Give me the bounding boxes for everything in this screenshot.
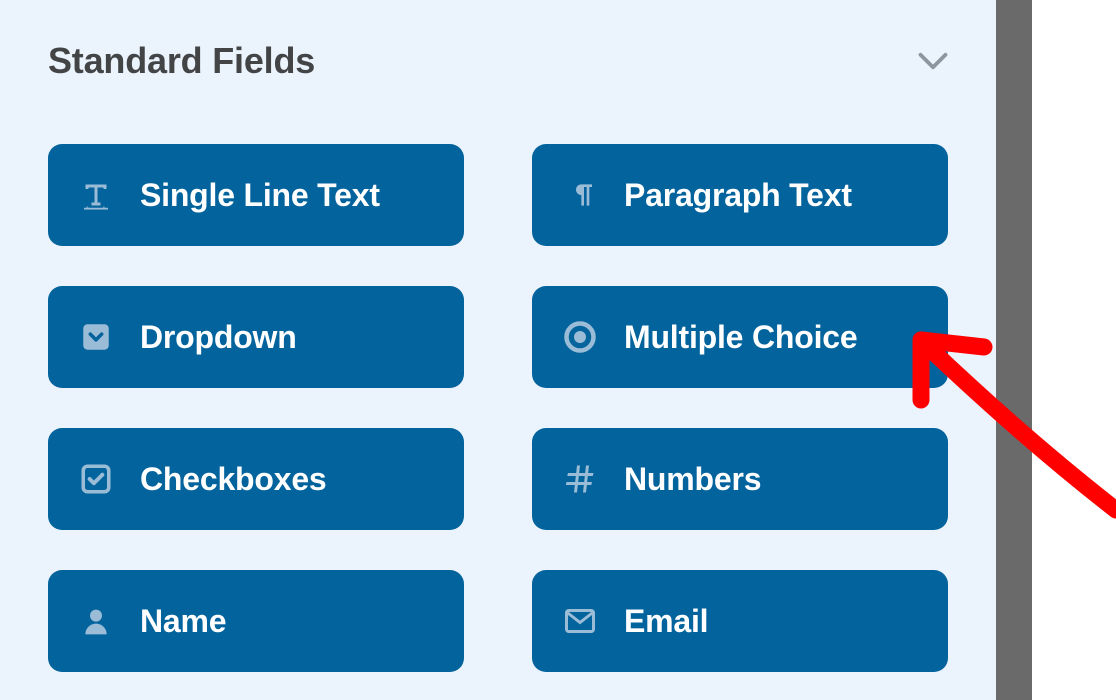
envelope-icon (560, 601, 600, 641)
standard-fields-panel: Standard Fields Single Line Text Paragr (0, 0, 996, 700)
field-label: Single Line Text (140, 177, 380, 214)
multiple-choice-button[interactable]: Multiple Choice (532, 286, 948, 388)
name-button[interactable]: Name (48, 570, 464, 672)
hash-icon (560, 459, 600, 499)
numbers-button[interactable]: Numbers (532, 428, 948, 530)
section-title: Standard Fields (48, 40, 315, 82)
chevron-down-icon[interactable] (918, 52, 948, 70)
field-grid: Single Line Text Paragraph Text Dropdown (48, 144, 948, 672)
pilcrow-icon (560, 175, 600, 215)
checkboxes-button[interactable]: Checkboxes (48, 428, 464, 530)
checkbox-icon (76, 459, 116, 499)
field-label: Dropdown (140, 319, 297, 356)
section-header[interactable]: Standard Fields (48, 40, 948, 82)
field-label: Checkboxes (140, 461, 327, 498)
field-label: Numbers (624, 461, 761, 498)
single-line-text-button[interactable]: Single Line Text (48, 144, 464, 246)
radio-icon (560, 317, 600, 357)
field-label: Paragraph Text (624, 177, 852, 214)
user-icon (76, 601, 116, 641)
field-label: Multiple Choice (624, 319, 857, 356)
dropdown-button[interactable]: Dropdown (48, 286, 464, 388)
field-label: Name (140, 603, 226, 640)
paragraph-text-button[interactable]: Paragraph Text (532, 144, 948, 246)
dropdown-icon (76, 317, 116, 357)
email-button[interactable]: Email (532, 570, 948, 672)
field-label: Email (624, 603, 708, 640)
text-icon (76, 175, 116, 215)
